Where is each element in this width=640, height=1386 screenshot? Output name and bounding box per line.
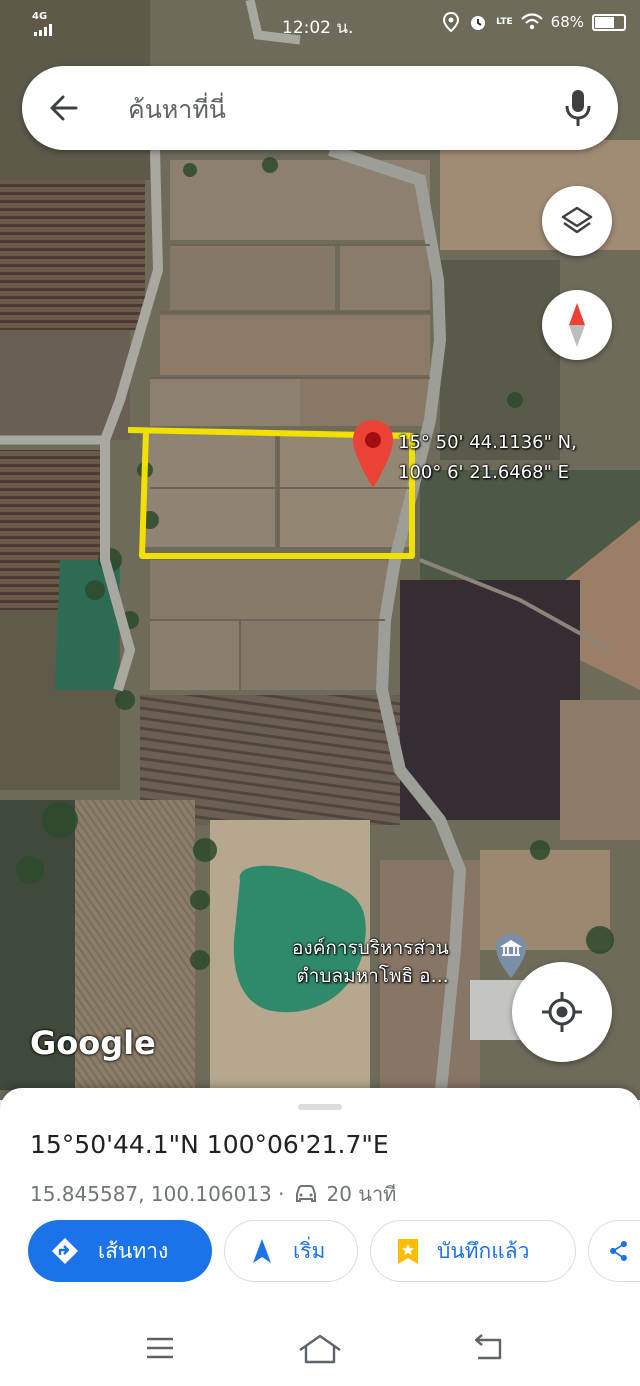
drag-handle[interactable] [298, 1104, 342, 1110]
place-subtitle: 15.845587, 100.106013 · 20 นาที [30, 1178, 396, 1210]
saved-button[interactable]: บันทึกแล้ว [370, 1220, 576, 1282]
share-button[interactable] [588, 1220, 640, 1282]
pin-label-line1: 15° 50' 44.1136" N, [398, 432, 577, 453]
my-location-icon [542, 992, 582, 1032]
back-arrow-icon[interactable] [48, 92, 80, 124]
layers-icon [561, 206, 593, 234]
my-location-button[interactable] [512, 962, 612, 1062]
directions-icon [52, 1238, 78, 1264]
wifi-icon [520, 13, 543, 30]
recent-apps-icon[interactable] [144, 1334, 176, 1362]
status-bar: 4G 12:02 น. LTE 68% [0, 0, 640, 48]
volte-indicator: LTE [496, 16, 513, 27]
place-sheet[interactable]: 15°50'44.1"N 100°06'21.7"E 15.845587, 10… [0, 1088, 640, 1386]
pin-label-line2: 100° 6' 21.6468" E [398, 462, 570, 483]
directions-label: เส้นทาง [98, 1238, 169, 1263]
drive-time: 20 นาที [326, 1182, 397, 1206]
location-icon [443, 12, 460, 32]
saved-bookmark-icon [398, 1239, 418, 1264]
clock: 12:02 น. [282, 18, 354, 38]
place-title: 15°50'44.1"N 100°06'21.7"E [30, 1130, 389, 1159]
government-building-icon[interactable] [494, 932, 528, 980]
navigation-arrow-icon [253, 1239, 271, 1263]
search-bar[interactable]: ค้นหาที่นี่ [22, 66, 618, 150]
layers-button[interactable] [542, 186, 612, 256]
share-icon [610, 1241, 627, 1261]
dropped-pin-icon[interactable] [350, 418, 396, 490]
network-indicator: 4G [32, 11, 48, 22]
poi-label[interactable]: องค์การบริหารส่วน ตำบลมหาโพธิ อ... [292, 934, 449, 990]
car-icon [296, 1185, 317, 1202]
satellite-map[interactable]: 4G 12:02 น. LTE 68% ค้นหาที่นี่ 15° 50' … [0, 0, 640, 1100]
start-button[interactable]: เริ่ม [224, 1220, 358, 1282]
home-icon[interactable] [298, 1334, 342, 1366]
compass-button[interactable] [542, 290, 612, 360]
microphone-icon[interactable] [564, 88, 592, 128]
battery-percent: 68% [550, 13, 584, 31]
google-watermark: Google [30, 1024, 156, 1062]
compass-icon [569, 303, 585, 347]
signal-icon [34, 24, 52, 36]
alarm-icon [471, 16, 486, 30]
system-navigation-bar [0, 1324, 640, 1386]
battery-icon [592, 13, 626, 31]
back-icon[interactable] [472, 1334, 506, 1364]
start-label: เริ่ม [293, 1238, 326, 1263]
directions-button[interactable]: เส้นทาง [28, 1220, 212, 1282]
poi-label-line2: ตำบลมหาโพธิ อ... [296, 965, 449, 987]
search-input[interactable]: ค้นหาที่นี่ [128, 90, 226, 130]
decimal-coordinates: 15.845587, 100.106013 · [30, 1182, 285, 1206]
saved-label: บันทึกแล้ว [437, 1238, 530, 1263]
poi-label-line1: องค์การบริหารส่วน [292, 937, 449, 959]
pin-coordinate-label: 15° 50' 44.1136" N, 100° 6' 21.6468" E [398, 428, 577, 488]
